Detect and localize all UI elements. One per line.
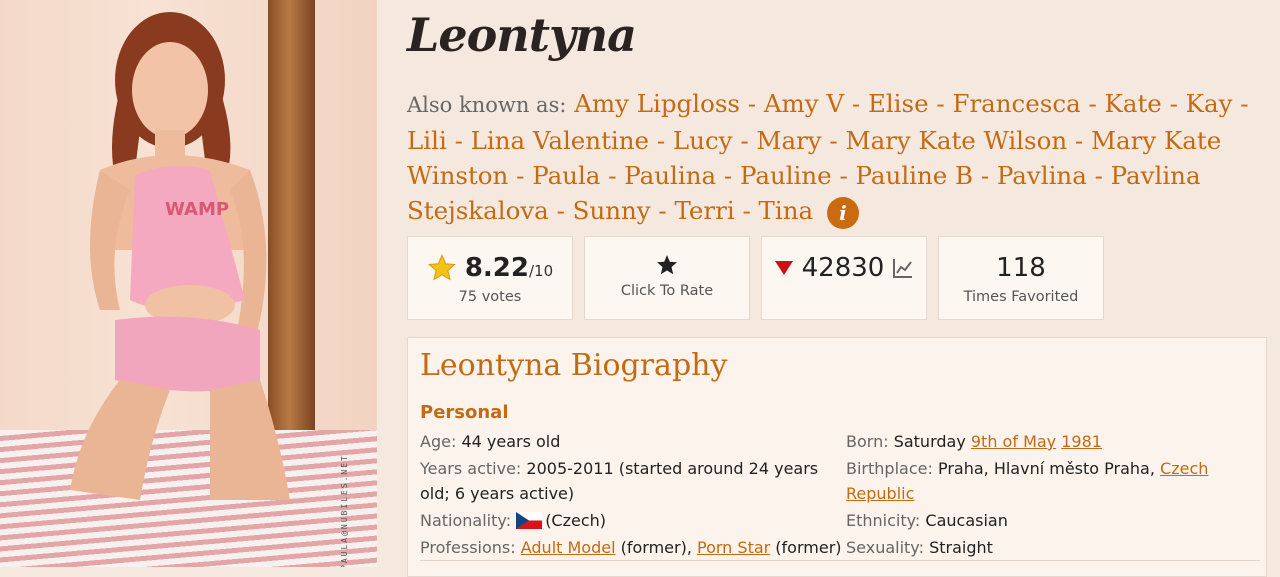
bio-ethnicity-value: Caucasian xyxy=(925,510,1008,530)
alias-link[interactable]: Pauline B xyxy=(856,161,974,190)
alias-link[interactable]: Amy Lipgloss xyxy=(574,89,740,118)
alias-separator: - xyxy=(446,126,471,155)
bio-sexuality-key: Sexuality: xyxy=(846,537,924,557)
alias-separator: - xyxy=(600,161,625,190)
photo-watermark: PAULA@NUBILES.NET xyxy=(340,454,349,567)
bio-birthplace-key: Birthplace: xyxy=(846,459,933,478)
bio-age: Age: 44 years old xyxy=(420,430,845,455)
alias-separator: - xyxy=(732,126,757,155)
profile-photo-column: WAMP PAULA@NUBILES.NET xyxy=(0,0,388,567)
alias-link[interactable]: Pauline xyxy=(740,161,832,190)
bio-born-day: Saturday xyxy=(893,432,971,451)
alias-link[interactable]: Elise xyxy=(868,89,929,118)
born-date-link[interactable]: 9th of May xyxy=(971,432,1056,451)
biography-panel: Leontyna Biography Personal Age: 44 year… xyxy=(407,337,1267,577)
alias-link[interactable]: Lili xyxy=(407,126,447,155)
alias-separator: - xyxy=(649,126,673,155)
alias-separator: - xyxy=(508,161,533,190)
bio-years-active: Years active: 2005-2011 (started around … xyxy=(420,457,845,506)
profession-note-1: (former), xyxy=(615,537,698,557)
bio-born: Born: Saturday 9th of May 1981 xyxy=(846,430,1226,455)
bio-ethnicity: Ethnicity: Caucasian xyxy=(846,509,1226,534)
profession-note-2: (former) xyxy=(770,537,842,557)
trend-down-icon xyxy=(774,261,793,275)
bio-ethnicity-key: Ethnicity: xyxy=(846,510,921,530)
alias-link[interactable]: Mary Kate Wilson xyxy=(846,126,1068,155)
bio-nationality-value: (Czech) xyxy=(545,510,607,530)
alias-link[interactable]: Kay xyxy=(1186,89,1233,118)
alias-separator: - xyxy=(650,196,675,225)
performer-name: Leontyna xyxy=(407,8,637,62)
alias-separator: - xyxy=(1161,89,1186,118)
alias-separator: - xyxy=(973,161,997,190)
rating-card: 8.22/10 75 votes xyxy=(407,236,573,320)
alias-separator: - xyxy=(1080,89,1105,118)
alias-link[interactable]: Lucy xyxy=(673,126,733,155)
alias-link[interactable]: Francesca xyxy=(952,89,1080,118)
bio-age-value: 44 years old xyxy=(461,432,561,451)
rate-card[interactable]: Click To Rate xyxy=(584,236,750,320)
alias-link[interactable]: Paula xyxy=(532,161,600,190)
rate-label[interactable]: Click To Rate xyxy=(585,283,749,299)
rank-card[interactable]: 42830 xyxy=(761,236,927,320)
photo-figure: WAMP xyxy=(70,12,290,500)
bio-professions-key: Professions: xyxy=(420,537,516,557)
biography-section-personal: Personal xyxy=(420,402,509,423)
alias-separator: - xyxy=(1086,161,1111,190)
alias-separator: - xyxy=(1232,89,1249,118)
rating-votes: 75 votes xyxy=(458,289,522,305)
bio-left-column: Age: 44 years old Years active: 2005-201… xyxy=(420,430,845,563)
alias-link[interactable]: Sunny xyxy=(573,196,651,225)
bio-sexuality: Sexuality: Straight xyxy=(846,536,1226,561)
alias-link[interactable]: Pavlina xyxy=(997,161,1087,190)
favorites-label: Times Favorited xyxy=(963,289,1079,305)
rating-scale: /10 xyxy=(529,262,554,280)
alias-separator: - xyxy=(739,89,764,118)
rating-value: 8.22 xyxy=(464,253,529,283)
alias-link[interactable]: Amy V xyxy=(764,89,844,118)
alias-link[interactable]: Terri xyxy=(674,196,734,225)
info-icon[interactable]: i xyxy=(826,196,859,229)
rate-star-icon[interactable] xyxy=(655,253,679,277)
biography-title: Leontyna Biography xyxy=(420,348,728,383)
born-year-link[interactable]: 1981 xyxy=(1061,432,1102,451)
alias-separator: - xyxy=(831,161,856,190)
profession-link-adult-model[interactable]: Adult Model xyxy=(521,538,616,557)
favorites-value: 118 xyxy=(996,253,1046,283)
bio-sexuality-value: Straight xyxy=(929,537,993,557)
profile-photo[interactable]: WAMP PAULA@NUBILES.NET xyxy=(0,0,377,567)
alias-link[interactable]: Kate xyxy=(1105,89,1162,118)
alias-separator: - xyxy=(716,161,740,190)
bio-professions: Professions: Adult Model (former), Porn … xyxy=(420,536,845,561)
aliases-block: Also known as: Amy Lipgloss - Amy V - El… xyxy=(407,86,1267,229)
bio-nationality-key: Nationality: xyxy=(420,510,512,530)
bio-born-key: Born: xyxy=(846,432,889,451)
bio-right-column: Born: Saturday 9th of May 1981 Birthplac… xyxy=(846,430,1226,563)
czech-flag-icon xyxy=(516,511,543,529)
alias-link[interactable]: Tina xyxy=(759,196,814,225)
star-icon xyxy=(427,253,456,281)
favorites-card: 118 Times Favorited xyxy=(938,236,1104,320)
alias-separator: - xyxy=(844,89,868,118)
alias-separator: - xyxy=(548,196,573,225)
profession-link-porn-star[interactable]: Porn Star xyxy=(697,538,770,557)
bio-divider xyxy=(420,560,1260,561)
chart-icon[interactable] xyxy=(892,257,914,279)
bio-nationality: Nationality: (Czech) xyxy=(420,509,845,534)
alias-link[interactable]: Paulina xyxy=(624,161,716,190)
alias-separator: - xyxy=(928,89,953,118)
bio-birthplace-value: Praha, Hlavní město Praha, xyxy=(937,459,1161,478)
bio-birthplace: Birthplace: Praha, Hlavní město Praha, C… xyxy=(846,457,1226,506)
svg-text:WAMP: WAMP xyxy=(165,199,229,220)
alias-separator: - xyxy=(734,196,759,225)
rank-value: 42830 xyxy=(801,253,885,283)
alias-link[interactable]: Mary xyxy=(756,126,821,155)
bio-years-active-key: Years active: xyxy=(420,459,522,478)
aliases-label: Also known as: xyxy=(407,93,567,117)
alias-link[interactable]: Lina Valentine xyxy=(471,126,649,155)
alias-separator: - xyxy=(821,126,846,155)
alias-separator: - xyxy=(1067,126,1091,155)
bio-age-key: Age: xyxy=(420,432,457,451)
